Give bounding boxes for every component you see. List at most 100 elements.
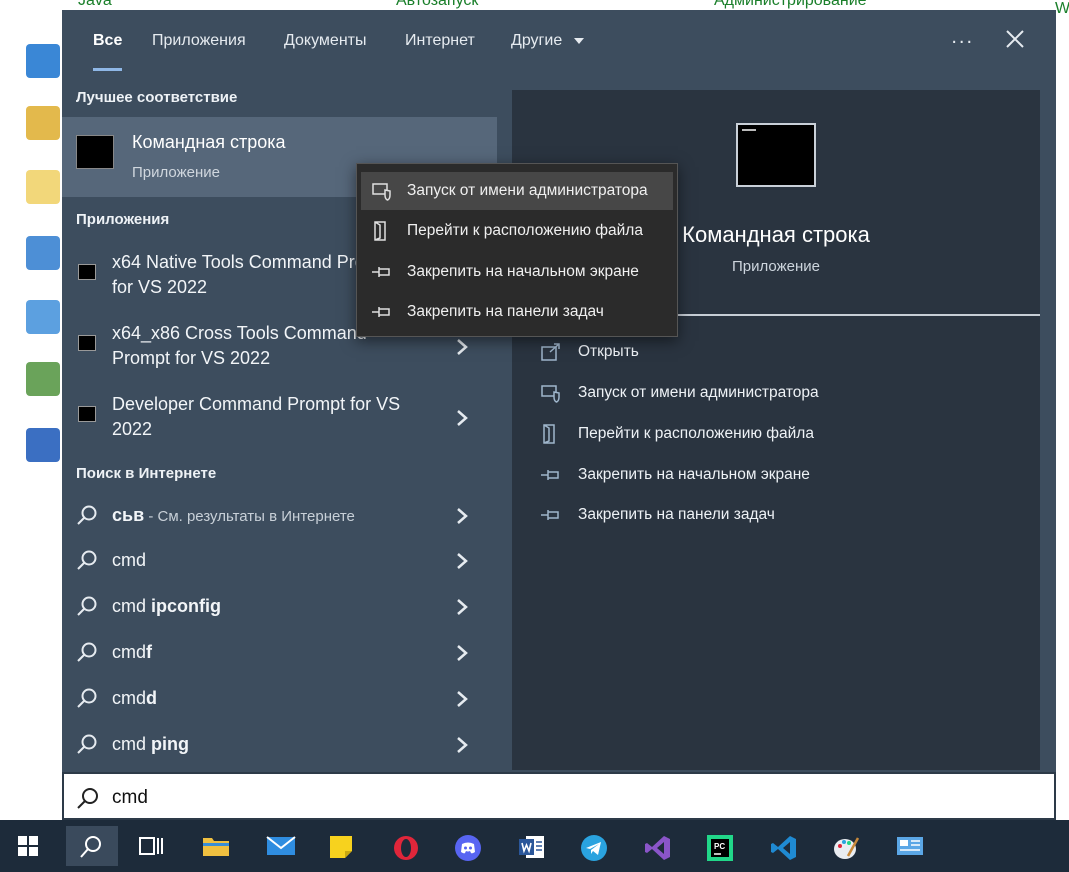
mail-icon[interactable] <box>254 826 306 866</box>
search-icon <box>77 505 97 525</box>
search-icon <box>77 688 97 708</box>
file-location-icon <box>543 424 555 444</box>
desktop-icon-cubes[interactable] <box>26 236 60 270</box>
search-icon <box>77 788 98 809</box>
chevron-right-icon[interactable] <box>456 553 468 569</box>
desktop-right-label: Win <box>1055 0 1069 17</box>
web-search-label: cmd <box>112 550 146 571</box>
context-menu-open-file-location[interactable]: Перейти к расположению файла <box>361 212 673 250</box>
sticky-notes-icon[interactable] <box>316 826 368 866</box>
desktop-top-labels: Java Автозапуск Администрирование <box>0 0 1069 10</box>
more-options-button[interactable]: ... <box>951 26 974 49</box>
word-icon[interactable] <box>506 826 558 866</box>
web-search-item[interactable]: cmd <box>62 539 497 583</box>
web-search-item[interactable]: cmd ping <box>62 723 497 767</box>
cmd-large-icon <box>736 123 816 187</box>
pycharm-icon[interactable]: PC <box>694 826 746 866</box>
preview-action-open[interactable]: Открыть <box>540 334 1020 370</box>
chevron-down-icon <box>573 37 584 44</box>
taskbar: PC <box>0 820 1069 872</box>
windows-start-icon[interactable] <box>4 826 56 866</box>
web-search-label: cmd ipconfig <box>112 596 221 617</box>
tab-all[interactable]: Все <box>93 32 123 71</box>
search-icon[interactable] <box>66 826 118 866</box>
best-match-title: Командная строка <box>132 132 286 152</box>
search-input[interactable]: cmd <box>112 787 148 809</box>
desktop-label-admin: Администрирование <box>714 0 867 9</box>
desktop-icon-users[interactable] <box>26 362 60 396</box>
tab-apps[interactable]: Приложения <box>152 32 246 50</box>
tab-other[interactable]: Другие <box>511 32 585 50</box>
web-search-item[interactable]: cmdd <box>62 677 497 721</box>
chevron-right-icon[interactable] <box>456 508 468 524</box>
chevron-right-icon[interactable] <box>456 691 468 707</box>
chevron-right-icon[interactable] <box>456 645 468 661</box>
context-menu-pin-start[interactable]: Закрепить на начальном экране <box>361 253 673 291</box>
file-explorer-icon[interactable] <box>190 826 242 866</box>
search-icon <box>77 642 97 662</box>
file-location-icon <box>374 221 386 241</box>
paint-icon[interactable] <box>820 826 872 866</box>
opera-icon[interactable] <box>380 826 432 866</box>
svg-text:PC: PC <box>714 842 725 851</box>
preview-action-open-file-location[interactable]: Перейти к расположению файла <box>540 416 1020 452</box>
preview-action-run-as-admin[interactable]: Запуск от имени администратора <box>540 375 1020 411</box>
search-icon <box>77 596 97 616</box>
desktop-icon-notes[interactable] <box>26 170 60 204</box>
preview-action-pin-taskbar[interactable]: Закрепить на панели задач <box>540 497 1020 533</box>
app-item-line2: Prompt for VS 2022 <box>112 348 271 368</box>
web-search-bold: сьв <box>112 505 145 525</box>
web-search-item[interactable]: cmd ipconfig <box>62 585 497 629</box>
cmd-icon <box>78 406 96 422</box>
tab-internet[interactable]: Интернет <box>405 32 475 50</box>
context-menu-pin-taskbar[interactable]: Закрепить на панели задач <box>361 293 673 331</box>
preview-action-label: Открыть <box>578 343 639 360</box>
web-search-bold: f <box>146 642 153 662</box>
web-search-prefix: cmd <box>112 596 152 616</box>
control-panel-icon[interactable] <box>884 826 936 866</box>
desktop-icon-computer[interactable] <box>26 300 60 334</box>
context-menu-run-as-admin[interactable]: Запуск от имени администратора <box>361 172 673 210</box>
desktop-label-java: Java <box>78 0 112 9</box>
search-icon <box>77 550 97 570</box>
task-view-icon[interactable] <box>126 826 178 866</box>
chevron-right-icon[interactable] <box>456 339 468 355</box>
best-match-heading: Лучшее соответствие <box>76 89 238 106</box>
vscode-icon[interactable] <box>758 826 810 866</box>
web-search-label: cmdd <box>112 688 157 709</box>
desktop-icon-network[interactable] <box>26 428 60 462</box>
desktop-icon-calendar[interactable] <box>26 44 60 78</box>
search-box[interactable]: cmd <box>62 772 1056 820</box>
chevron-right-icon[interactable] <box>456 737 468 753</box>
context-menu-label: Закрепить на панели задач <box>407 303 604 320</box>
pin-icon <box>541 470 559 480</box>
visual-studio-icon[interactable] <box>632 826 684 866</box>
chevron-right-icon[interactable] <box>456 410 468 426</box>
chevron-right-icon[interactable] <box>456 599 468 615</box>
preview-action-pin-start[interactable]: Закрепить на начальном экране <box>540 457 1020 493</box>
search-icon <box>77 734 97 754</box>
telegram-icon[interactable] <box>568 826 620 866</box>
preview-action-label: Закрепить на начальном экране <box>578 466 810 483</box>
context-menu-label: Закрепить на начальном экране <box>407 263 639 280</box>
web-search-bold: ping <box>151 734 190 754</box>
pin-icon <box>372 267 390 277</box>
desktop-icon-folder[interactable] <box>26 106 60 140</box>
tab-documents[interactable]: Документы <box>284 32 366 50</box>
close-icon[interactable] <box>1004 28 1026 50</box>
tab-other-label: Другие <box>511 32 563 49</box>
app-item-line1: Developer Command Prompt for VS <box>112 394 401 414</box>
discord-icon[interactable] <box>442 826 494 866</box>
web-search-bold: d <box>146 688 158 708</box>
open-icon <box>541 343 560 361</box>
search-panel: Все Приложения Документы Интернет Другие… <box>62 10 1056 820</box>
preview-action-label: Закрепить на панели задач <box>578 506 775 523</box>
web-search-item[interactable]: сьв - См. результаты в Интернете <box>62 494 497 538</box>
preview-action-label: Запуск от имени администратора <box>578 384 819 401</box>
web-search-item[interactable]: cmdf <box>62 631 497 675</box>
context-menu-label: Перейти к расположению файла <box>407 222 643 239</box>
app-item[interactable]: Developer Command Prompt for VS 2022 <box>62 392 497 458</box>
shield-icon <box>541 385 560 403</box>
best-match-subtitle: Приложение <box>132 164 220 181</box>
apps-heading: Приложения <box>76 211 170 228</box>
